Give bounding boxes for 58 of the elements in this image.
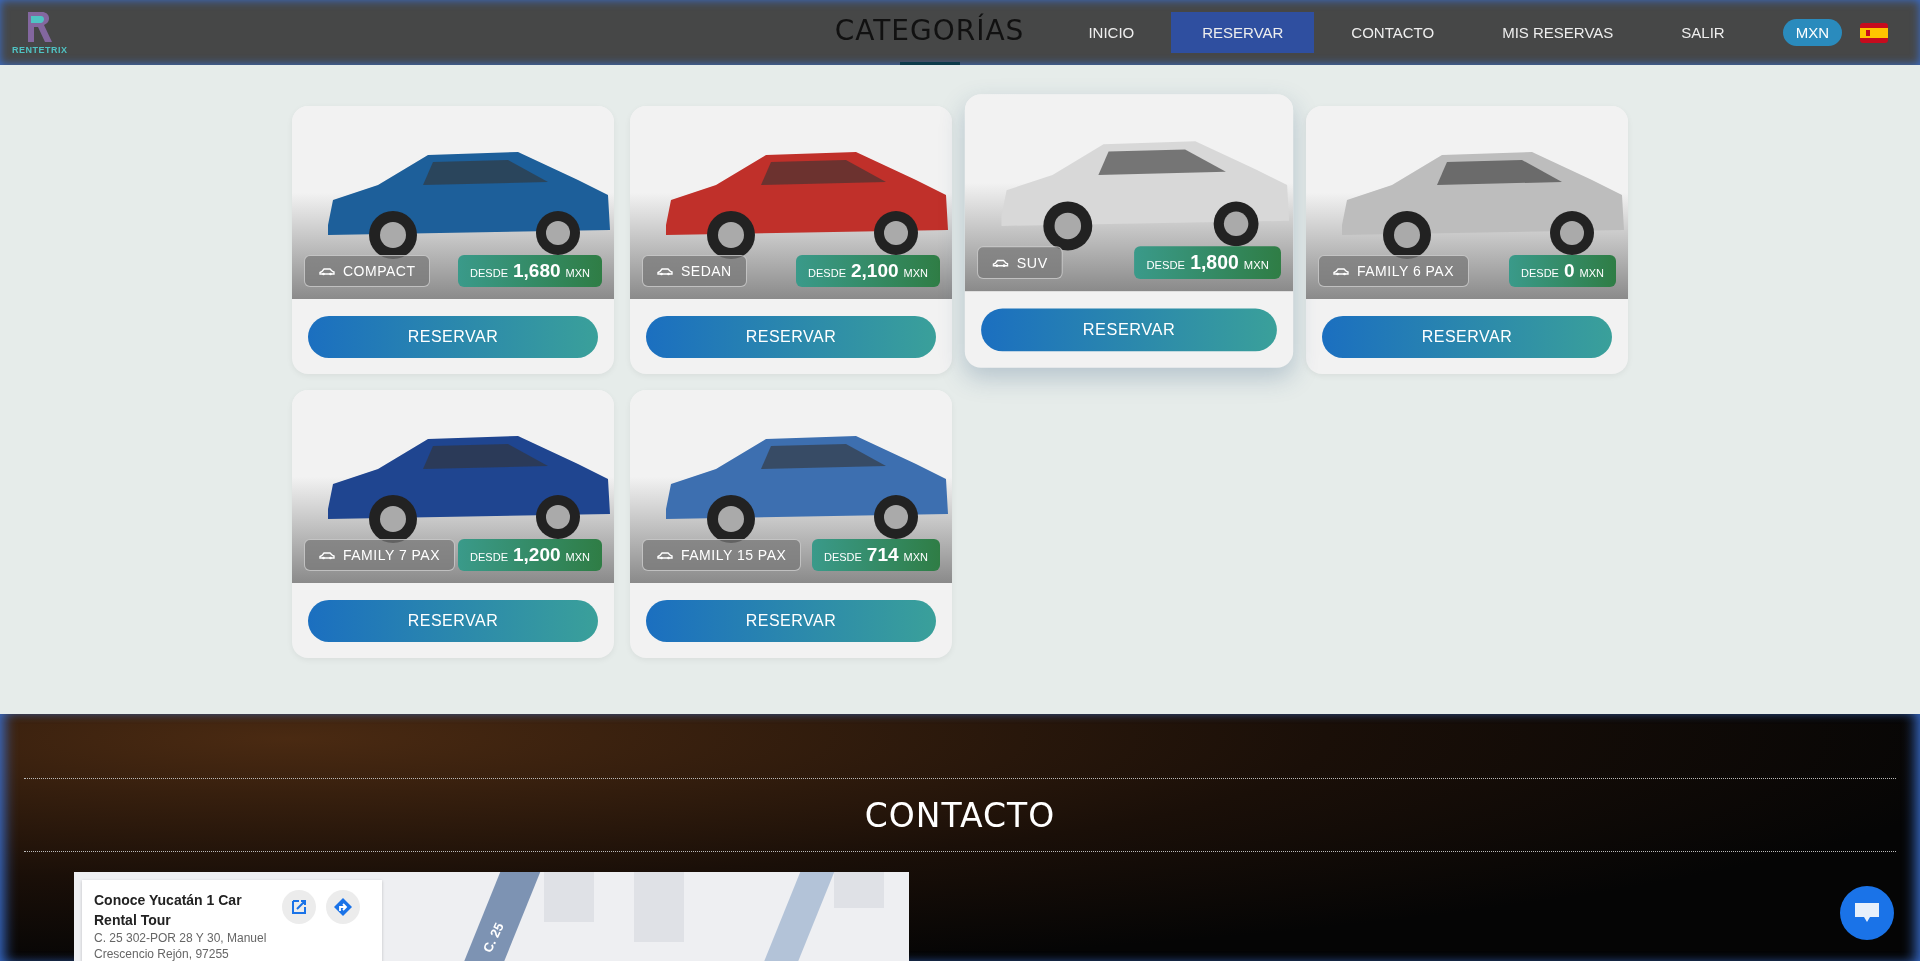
- car-icon: [657, 266, 673, 276]
- category-name: FAMILY 15 PAX: [681, 547, 787, 563]
- price-prefix: DESDE: [470, 267, 508, 279]
- price-amount: 2,100: [851, 260, 899, 282]
- directions-icon[interactable]: [326, 890, 360, 924]
- logo[interactable]: RENTETRIX: [12, 10, 68, 55]
- price-amount: 1,200: [513, 544, 561, 566]
- category-name: SUV: [1016, 254, 1048, 271]
- price-currency: MXN: [903, 551, 928, 563]
- nav-link[interactable]: RESERVAR: [1171, 12, 1315, 53]
- price-currency: MXN: [1243, 258, 1269, 271]
- reserve-button[interactable]: RESERVAR: [308, 599, 598, 642]
- map-building: [544, 872, 594, 922]
- car-icon: [992, 258, 1009, 268]
- place-name: Conoce Yucatán 1 Car Rental Tour: [94, 891, 243, 930]
- address-line: Crescencio Rejón, 97255: [94, 946, 230, 961]
- price-prefix: DESDE: [1521, 267, 1559, 279]
- price-amount: 1,680: [513, 260, 561, 282]
- currency-selector[interactable]: MXN: [1782, 19, 1842, 46]
- reserve-button[interactable]: RESERVAR: [646, 315, 936, 358]
- reserve-button[interactable]: RESERVAR: [308, 315, 598, 358]
- category-name: FAMILY 6 PAX: [1357, 263, 1455, 279]
- chat-button[interactable]: [1840, 886, 1894, 940]
- price-prefix: DESDE: [470, 551, 508, 563]
- category-name: FAMILY 7 PAX: [343, 547, 441, 563]
- price-amount: 1,800: [1190, 251, 1239, 274]
- price-prefix: DESDE: [1146, 258, 1186, 271]
- open-external-icon[interactable]: [282, 890, 316, 924]
- section-title: CONTACTO: [863, 795, 1057, 837]
- category-name: COMPACT: [343, 263, 416, 279]
- price-currency: MXN: [1579, 267, 1604, 279]
- price-currency: MXN: [565, 267, 590, 279]
- car-icon: [1333, 266, 1349, 276]
- nav-link[interactable]: INICIO: [1057, 12, 1166, 53]
- flag-icon[interactable]: [1860, 22, 1888, 43]
- nav-link[interactable]: CONTACTO: [1320, 12, 1466, 53]
- reserve-button[interactable]: RESERVAR: [981, 308, 1277, 351]
- map-building: [834, 872, 884, 908]
- car-icon: [657, 550, 673, 560]
- nav-link[interactable]: SALIR: [1650, 12, 1756, 53]
- address-line: C. 25 302-POR 28 Y 30, Manuel: [94, 930, 268, 946]
- reserve-button[interactable]: RESERVAR: [646, 599, 936, 642]
- road-label: C. 25: [480, 919, 508, 955]
- price-prefix: DESDE: [808, 267, 846, 279]
- reserve-button[interactable]: RESERVAR: [1322, 315, 1612, 358]
- map-building: [634, 872, 684, 942]
- car-icon: [319, 550, 335, 560]
- price-amount: 0: [1563, 260, 1575, 282]
- category-name: SEDAN: [681, 263, 732, 279]
- price-prefix: DESDE: [823, 551, 862, 563]
- car-icon: [319, 266, 335, 276]
- price-currency: MXN: [903, 267, 928, 279]
- logo-text: RENTETRIX: [12, 45, 68, 55]
- nav-link[interactable]: MIS RESERVAS: [1471, 12, 1645, 53]
- map[interactable]: C. 25 Conoce Yucatán 1 Car Rental Tour C. 25 302-POR 28 Y 30, Manuel Crescencio Rejón, 97255: [74, 872, 909, 961]
- active-indicator: [899, 62, 960, 65]
- price-currency: MXN: [565, 551, 590, 563]
- price-amount: 714: [866, 544, 899, 566]
